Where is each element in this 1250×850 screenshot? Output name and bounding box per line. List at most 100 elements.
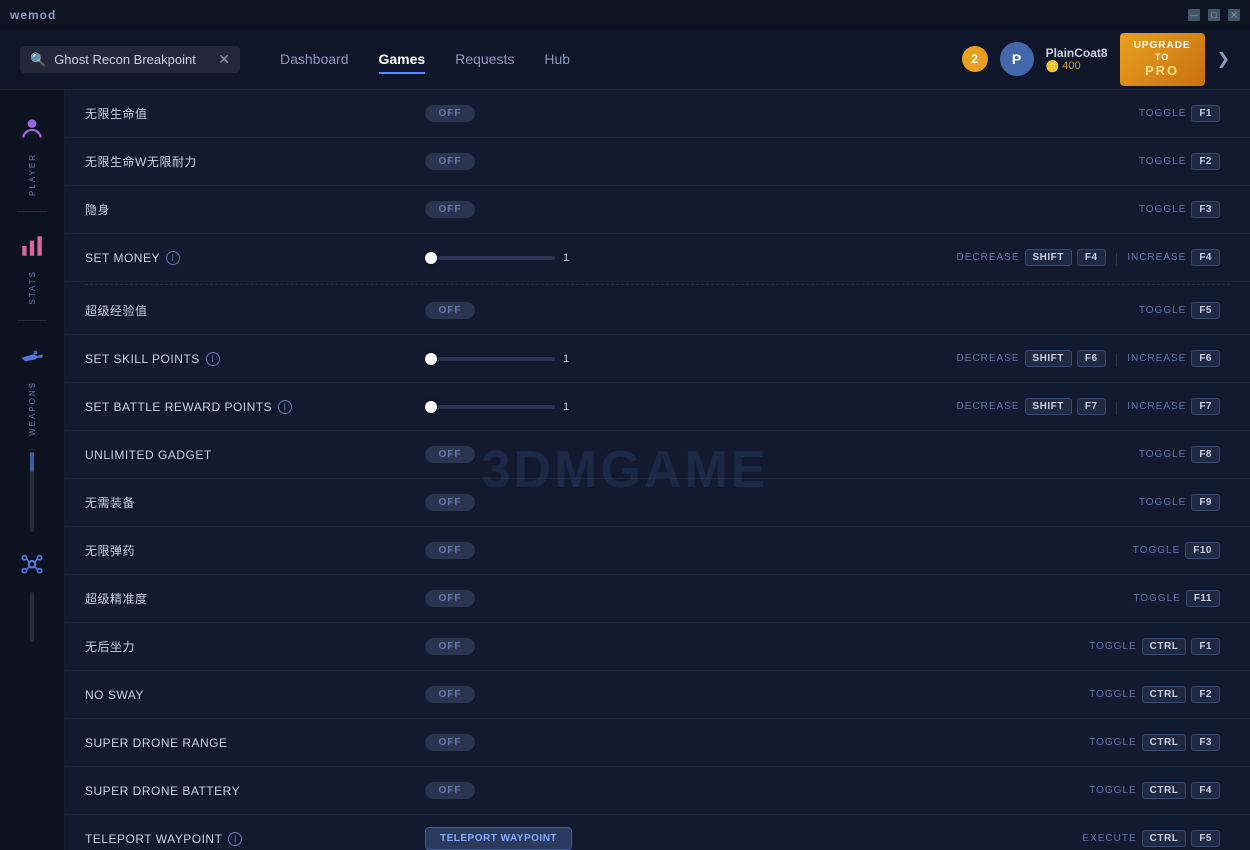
execute-control: TELEPORT WAYPOINT [425, 827, 1082, 850]
coin-icon: 🪙 [1046, 60, 1060, 73]
toggle-control: OFF [425, 590, 1133, 607]
section-weapons: UNLIMITED GADGET OFF TOGGLE F8 无需装备 OFF … [65, 431, 1250, 719]
chevron-down-icon[interactable]: ❯ [1217, 49, 1230, 69]
slider-track[interactable] [425, 256, 555, 260]
toggle-no-recoil[interactable]: OFF [425, 638, 475, 655]
toggle-weapon-wear[interactable]: OFF [425, 494, 475, 511]
stats-icon [19, 233, 45, 259]
main-area: PLAYER STATS WEAPONS [0, 90, 1250, 850]
toggle-gadget[interactable]: OFF [425, 446, 475, 463]
section-stats: SET MONEY i 1 DECREASE SHIFT F4 | INCREA… [65, 234, 1250, 431]
toggle-super-exp[interactable]: OFF [425, 302, 475, 319]
table-row: SUPER DRONE BATTERY OFF TOGGLE CTRL F4 [65, 767, 1250, 815]
kb-ctrl: CTRL [1142, 830, 1187, 847]
kb-shift: SHIFT [1025, 249, 1072, 266]
kb-label: TOGGLE [1133, 593, 1181, 604]
sidebar-item-player[interactable] [0, 110, 64, 148]
divider2 [17, 320, 47, 321]
keybind-drone-battery: TOGGLE CTRL F4 [1089, 782, 1220, 799]
kb-f2: F2 [1191, 686, 1220, 703]
nav-tabs: Dashboard Games Requests Hub [280, 46, 570, 74]
info-icon-money[interactable]: i [166, 251, 180, 265]
upgrade-label-to2: TO [1134, 52, 1191, 63]
player-icon [19, 116, 45, 142]
kb-increase: INCREASE [1127, 401, 1186, 412]
cheat-name-ammo: 无限弹药 [85, 542, 425, 559]
toggle-control: OFF [425, 446, 1139, 463]
kb-increase: INCREASE [1127, 252, 1186, 263]
cheat-name-infinite-health: 无限生命值 [85, 105, 425, 122]
toggle-drone-range[interactable]: OFF [425, 734, 475, 751]
table-row: 无限生命w无限耐力 OFF TOGGLE F2 [65, 138, 1250, 186]
weapons-label: WEAPONS [28, 381, 37, 436]
toggle-accuracy[interactable]: OFF [425, 590, 475, 607]
tab-dashboard[interactable]: Dashboard [280, 46, 349, 74]
toggle-control: OFF [425, 638, 1089, 655]
info-icon-skill[interactable]: i [206, 352, 220, 366]
toggle-health-stamina[interactable]: OFF [425, 153, 475, 170]
minimize-button[interactable]: — [1188, 9, 1200, 21]
slider-track[interactable] [425, 405, 555, 409]
toggle-control: OFF [425, 153, 1139, 170]
sidebar-item-weapons[interactable] [0, 336, 64, 376]
slider-thumb[interactable] [425, 252, 437, 264]
kb-ctrl: CTRL [1142, 638, 1187, 655]
notification-badge[interactable]: 2 [962, 46, 988, 72]
toggle-stealth[interactable]: OFF [425, 201, 475, 218]
scroll-track [30, 452, 34, 532]
kb-label: TOGGLE [1139, 305, 1187, 316]
kb-key-f2: F2 [1191, 153, 1220, 170]
toggle-control: OFF [425, 302, 1139, 319]
tab-hub[interactable]: Hub [544, 46, 570, 74]
upgrade-button[interactable]: UPGRADE TO PRO [1120, 33, 1205, 85]
info-icon-battle[interactable]: i [278, 400, 292, 414]
keybind-weapon-wear: TOGGLE F9 [1139, 494, 1220, 511]
toggle-no-sway[interactable]: OFF [425, 686, 475, 703]
app-logo: wemod [10, 8, 56, 22]
info-icon-teleport-wp[interactable]: i [228, 832, 242, 846]
toggle-control: OFF [425, 105, 1139, 122]
cheat-name-super-exp: 超级经验值 [85, 302, 425, 319]
table-row: SET BATTLE REWARD POINTS i 1 DECREASE SH… [65, 383, 1250, 431]
slider-thumb[interactable] [425, 353, 437, 365]
search-input-value[interactable]: Ghost Recon Breakpoint [54, 52, 210, 67]
kb-f6: F6 [1077, 350, 1106, 367]
dotted-separator [85, 284, 1230, 285]
keybind-no-recoil: TOGGLE CTRL F1 [1089, 638, 1220, 655]
kb-f9: F9 [1191, 494, 1220, 511]
cheat-name-weapon-wear: 无需装备 [85, 494, 425, 511]
keybind-ammo: TOGGLE F10 [1133, 542, 1220, 559]
toggle-drone-battery[interactable]: OFF [425, 782, 475, 799]
slider-thumb[interactable] [425, 401, 437, 413]
coins-value: 400 [1062, 60, 1080, 72]
search-box[interactable]: 🔍 Ghost Recon Breakpoint ✕ [20, 46, 240, 73]
maximize-button[interactable]: □ [1208, 9, 1220, 21]
kb-f5: F5 [1191, 302, 1220, 319]
keybind-drone-range: TOGGLE CTRL F3 [1089, 734, 1220, 751]
kb-increase: INCREASE [1127, 353, 1186, 364]
table-row: 超级经验值 OFF TOGGLE F5 [65, 287, 1250, 335]
slider-value-money: 1 [563, 252, 583, 264]
keybind-infinite-health: TOGGLE F1 [1139, 105, 1220, 122]
teleport-waypoint-button[interactable]: TELEPORT WAYPOINT [425, 827, 572, 850]
tab-requests[interactable]: Requests [455, 46, 514, 74]
sidebar-item-drone[interactable] [0, 543, 64, 581]
tab-games[interactable]: Games [379, 46, 426, 74]
sidebar-item-stats[interactable] [0, 227, 64, 265]
user-name: PlainCoat8 [1046, 46, 1108, 60]
search-clear-button[interactable]: ✕ [218, 51, 230, 68]
slider-skill-points: 1 [425, 353, 956, 365]
keybind-no-sway: TOGGLE CTRL F2 [1089, 686, 1220, 703]
toggle-control: OFF [425, 734, 1089, 751]
table-row: 无需装备 OFF TOGGLE F9 [65, 479, 1250, 527]
divider1 [17, 211, 47, 212]
kb-key-f3: F3 [1191, 201, 1220, 218]
toggle-infinite-health[interactable]: OFF [425, 105, 475, 122]
keybind-accuracy: TOGGLE F11 [1133, 590, 1220, 607]
toggle-ammo[interactable]: OFF [425, 542, 475, 559]
keybind-health-stamina: TOGGLE F2 [1139, 153, 1220, 170]
slider-track[interactable] [425, 357, 555, 361]
search-icon: 🔍 [30, 52, 46, 68]
close-button[interactable]: ✕ [1228, 9, 1240, 21]
kb-ctrl: CTRL [1142, 782, 1187, 799]
